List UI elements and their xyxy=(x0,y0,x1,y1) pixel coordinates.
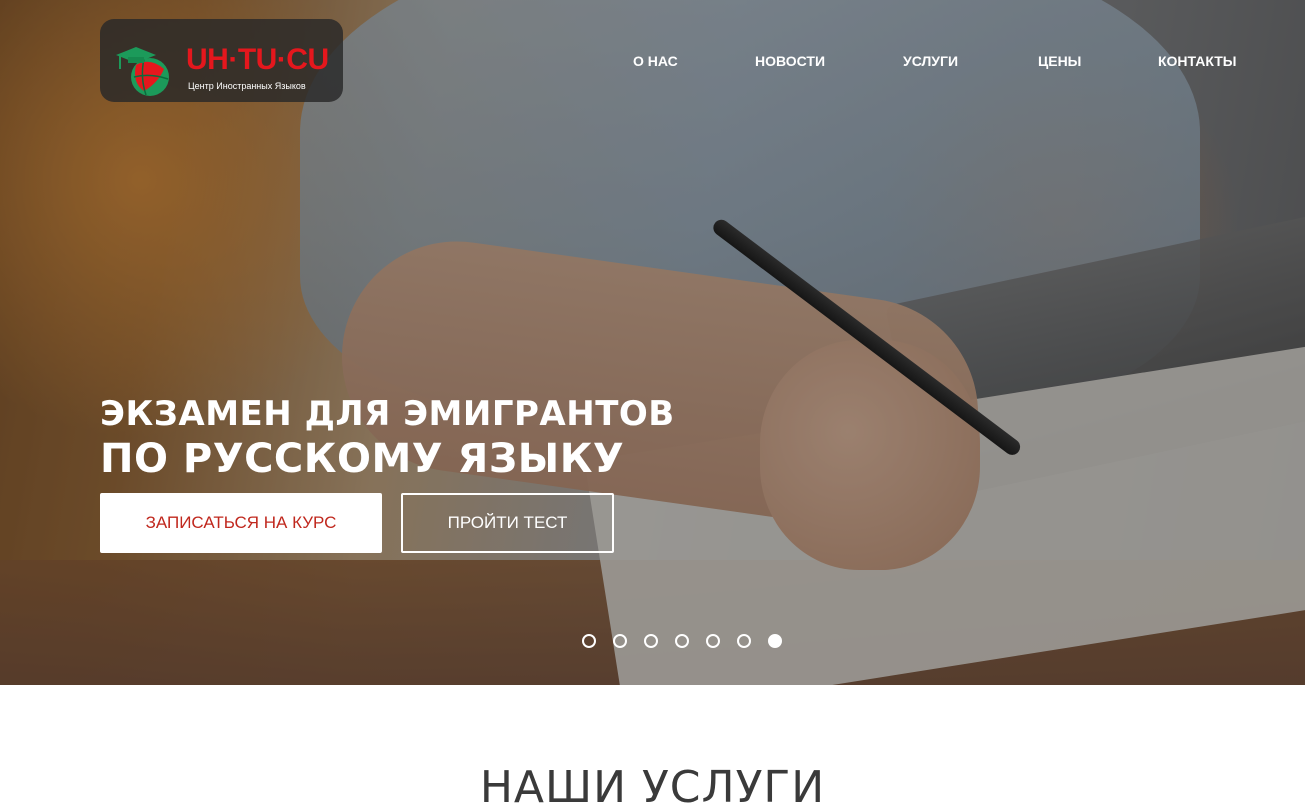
globe-graduation-cap-icon xyxy=(116,47,169,96)
nav-item-services[interactable]: УСЛУГИ xyxy=(903,53,958,69)
slider-dot[interactable] xyxy=(675,634,689,648)
page: UH·TU·CU Центр Иностранных Языков О НАС … xyxy=(0,0,1305,806)
nav-item-contacts[interactable]: КОНТАКТЫ xyxy=(1158,53,1236,69)
nav-item-prices[interactable]: ЦЕНЫ xyxy=(1038,53,1081,69)
services-section-title: НАШИ УСЛУГИ xyxy=(479,762,826,806)
hero-headline-line2: ПО РУССКОМУ ЯЗЫКУ xyxy=(100,436,625,482)
logo-tagline: Центр Иностранных Языков xyxy=(188,81,306,91)
hero-overlay xyxy=(0,0,1305,685)
hero-banner xyxy=(0,0,1305,685)
slider-pagination xyxy=(582,634,792,650)
site-logo[interactable]: UH·TU·CU Центр Иностранных Языков xyxy=(100,19,343,102)
take-test-button[interactable]: ПРОЙТИ ТЕСТ xyxy=(401,493,614,553)
slider-dot[interactable] xyxy=(706,634,720,648)
nav-item-about[interactable]: О НАС xyxy=(633,53,678,69)
slider-dot[interactable] xyxy=(613,634,627,648)
hero-headline-line1: ЭКЗАМЕН ДЛЯ ЭМИГРАНТОВ xyxy=(100,394,675,434)
logo-brand-name: UH·TU·CU xyxy=(186,43,329,76)
main-navigation: О НАС НОВОСТИ УСЛУГИ ЦЕНЫ КОНТАКТЫ xyxy=(600,53,1260,73)
slider-dot[interactable] xyxy=(582,634,596,648)
nav-item-news[interactable]: НОВОСТИ xyxy=(755,53,825,69)
enroll-course-button[interactable]: ЗАПИСАТЬСЯ НА КУРС xyxy=(100,493,382,553)
slider-dot-active[interactable] xyxy=(768,634,782,648)
slider-dot[interactable] xyxy=(644,634,658,648)
slider-dot[interactable] xyxy=(737,634,751,648)
